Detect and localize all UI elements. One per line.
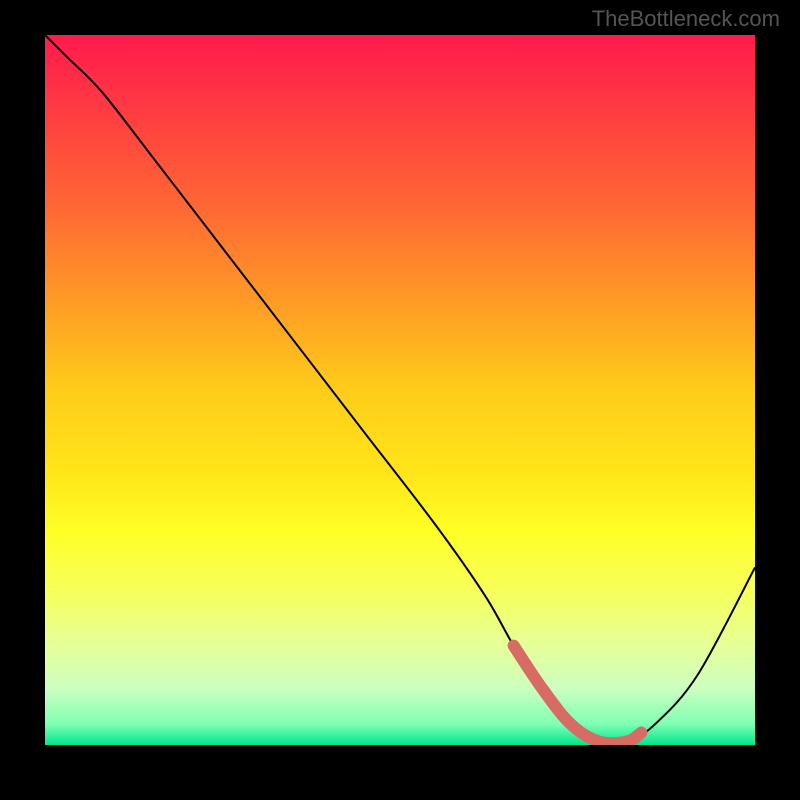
chart-highlight-svg bbox=[45, 35, 755, 745]
chart-plot-area bbox=[45, 35, 755, 745]
chart-highlight-segment bbox=[514, 646, 642, 744]
watermark-text: TheBottleneck.com bbox=[592, 6, 780, 32]
